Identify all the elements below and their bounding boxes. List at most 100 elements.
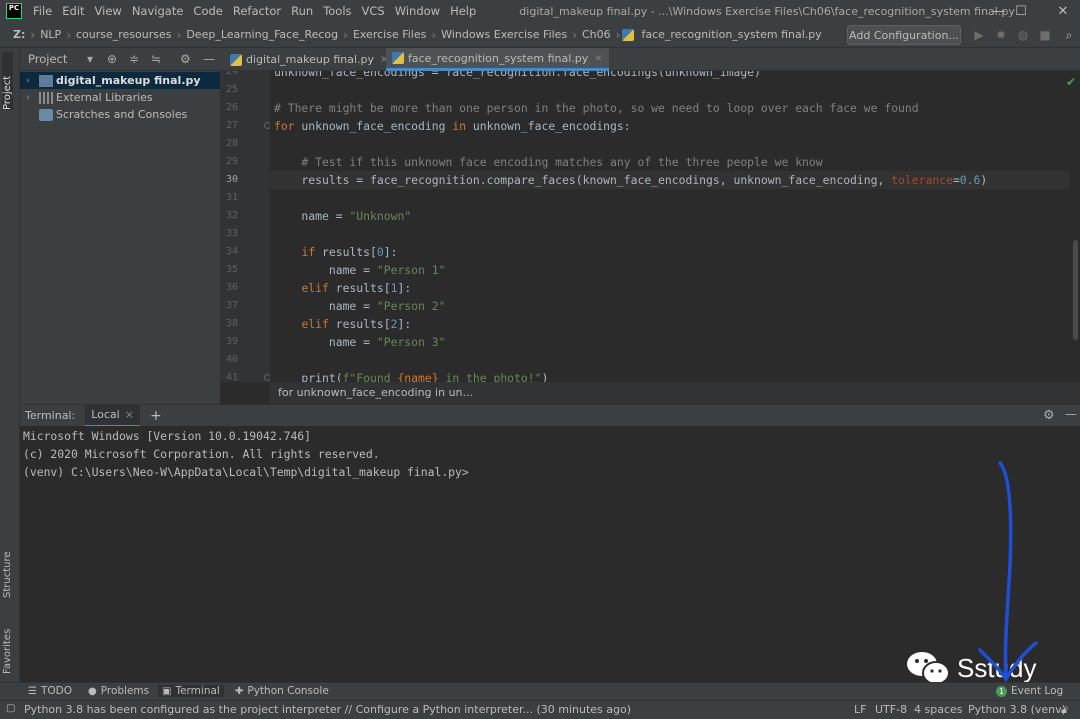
hide-panel-icon[interactable]: — <box>1065 407 1077 421</box>
add-configuration-button[interactable]: Add Configuration... <box>847 25 961 45</box>
inspection-ok-icon[interactable]: ✔ <box>1066 75 1076 89</box>
menu-code[interactable]: Code <box>188 4 227 18</box>
code-token: elif <box>301 317 329 331</box>
breadcrumb-windows-exercise-files[interactable]: Windows Exercise Files <box>438 28 570 41</box>
line-number: 33 <box>225 228 238 239</box>
breadcrumb-ch06[interactable]: Ch06 <box>579 28 614 41</box>
run-icon[interactable]: ▶ <box>971 27 987 43</box>
terminal-output[interactable]: Microsoft Windows [Version 10.0.19042.74… <box>20 426 1080 682</box>
terminal-title: Terminal: <box>25 409 76 422</box>
menu-edit[interactable]: Edit <box>57 4 89 18</box>
expand-arrow-icon[interactable]: › <box>26 93 36 103</box>
tab-face-recognition-system[interactable]: face_recognition_system final.py × <box>386 48 609 71</box>
python-file-icon <box>392 52 404 64</box>
code-token: f"Found <box>342 371 398 382</box>
menu-navigate[interactable]: Navigate <box>127 4 189 18</box>
code-line[interactable]: elif results[2]: <box>274 315 411 333</box>
tree-item-scratches[interactable]: Scratches and Consoles <box>20 106 220 123</box>
pycharm-logo-icon: PC <box>6 3 22 19</box>
stop-icon[interactable]: ■ <box>1037 27 1053 43</box>
code-line[interactable]: for unknown_face_encoding in unknown_fac… <box>274 117 631 135</box>
structure-tool-tab[interactable]: Structure <box>2 538 13 598</box>
code-token: unknown_face_encodings: <box>466 119 631 133</box>
line-separator-widget[interactable]: LF <box>854 703 866 716</box>
code-line[interactable]: name = "Person 3" <box>274 333 446 351</box>
encoding-widget[interactable]: UTF-8 <box>875 703 907 716</box>
code-line[interactable]: name = "Unknown" <box>274 207 411 225</box>
code-line[interactable]: print(f"Found {name} in the photo!") <box>274 369 548 382</box>
project-view-selector[interactable]: Project <box>28 52 67 66</box>
python-console-tool-button[interactable]: ✚ Python Console <box>235 685 329 697</box>
breadcrumb-current-file[interactable]: face_recognition_system final.py <box>638 28 824 41</box>
new-terminal-icon[interactable]: + <box>150 408 162 424</box>
menu-view[interactable]: View <box>90 4 127 18</box>
close-tab-icon[interactable]: × <box>125 408 134 421</box>
menu-window[interactable]: Window <box>390 4 445 18</box>
code-line[interactable]: unknown_face_encodings = face_recognitio… <box>274 71 761 81</box>
maximize-button[interactable]: ☐ <box>998 0 1044 22</box>
code-line[interactable]: name = "Person 2" <box>274 297 446 315</box>
menu-run[interactable]: Run <box>286 4 318 18</box>
menu-vcs[interactable]: VCS <box>357 4 390 18</box>
tab-digital-makeup[interactable]: digital_makeup final.py × <box>224 48 394 71</box>
code-editor[interactable]: unknown_face_encodings = face_recognitio… <box>270 71 1070 382</box>
code-breadcrumb[interactable]: for unknown_face_encoding in un... <box>278 386 473 399</box>
gear-icon[interactable]: ⚙ <box>1043 408 1055 423</box>
close-tab-icon[interactable]: × <box>594 53 602 64</box>
search-icon[interactable]: ⌕ <box>1061 27 1077 43</box>
favorites-tool-tab[interactable]: Favorites <box>2 612 13 674</box>
menu-file[interactable]: File <box>28 4 57 18</box>
line-number: 29 <box>225 156 238 167</box>
code-line[interactable]: if results[0]: <box>274 243 397 261</box>
expand-all-icon[interactable]: ≑ <box>129 52 139 66</box>
hand-drawn-arrow-annotation <box>978 461 1038 683</box>
hide-panel-icon[interactable]: — <box>203 52 215 66</box>
chevron-right-icon: › <box>176 27 182 42</box>
breadcrumb-deep-learning[interactable]: Deep_Learning_Face_Recog <box>183 28 341 41</box>
terminal-tool-button[interactable]: ▣ Terminal <box>158 685 224 697</box>
breadcrumb-nlp[interactable]: NLP <box>37 28 64 41</box>
coverage-icon[interactable]: ◍ <box>1015 27 1031 43</box>
code-line[interactable]: # Test if this unknown face encoding mat… <box>274 153 822 171</box>
code-line[interactable]: name = "Person 1" <box>274 261 446 279</box>
status-bar: ▢ Python 3.8 has been configured as the … <box>0 700 1080 719</box>
menu-refactor[interactable]: Refactor <box>228 4 286 18</box>
status-message[interactable]: Python 3.8 has been configured as the pr… <box>24 703 631 716</box>
interpreter-widget[interactable]: Python 3.8 (venv) <box>968 703 1066 716</box>
tool-label: Python Console <box>247 685 329 697</box>
code-token: in <box>452 119 467 133</box>
gear-icon[interactable]: ⚙ <box>180 52 191 66</box>
code-line[interactable]: results = face_recognition.compare_faces… <box>274 171 987 189</box>
list-icon: ☰ <box>28 685 37 697</box>
status-toggle-icon[interactable]: ▢ <box>6 703 15 714</box>
code-token: ]: <box>383 245 398 259</box>
terminal-tab-local[interactable]: Local × <box>85 404 140 427</box>
code-line[interactable]: elif results[1]: <box>274 279 411 297</box>
menu-tools[interactable]: Tools <box>318 4 356 18</box>
code-line[interactable]: # There might be more than one person in… <box>274 99 919 117</box>
tree-item-external-libraries[interactable]: › External Libraries <box>20 89 220 106</box>
tree-item-digital-makeup[interactable]: › digital_makeup final.py <box>20 72 220 89</box>
dropdown-arrow-icon[interactable]: ▾ <box>87 52 93 66</box>
problems-tool-button[interactable]: ● Problems <box>88 685 149 697</box>
menu-help[interactable]: Help <box>445 4 481 18</box>
close-window-button[interactable]: ✕ <box>1040 0 1080 22</box>
python-console-icon: ✚ <box>235 685 244 697</box>
line-number: 41 <box>225 372 238 382</box>
project-tool-tab[interactable]: Project <box>2 52 13 110</box>
locate-target-icon[interactable]: ⊕ <box>107 52 117 66</box>
editor-scrollbar[interactable] <box>1073 240 1078 340</box>
breadcrumb-exercise-files[interactable]: Exercise Files <box>350 28 429 41</box>
debug-icon[interactable]: ✹ <box>993 27 1009 43</box>
breadcrumb-drive[interactable]: Z: <box>10 28 28 41</box>
lock-icon[interactable]: 🔓︎ <box>1061 703 1068 717</box>
todo-tool-button[interactable]: ☰ TODO <box>28 685 72 697</box>
indent-widget[interactable]: 4 spaces <box>914 703 963 716</box>
breadcrumb-course-resourses[interactable]: course_resourses <box>73 28 175 41</box>
terminal-prompt[interactable]: (venv) C:\Users\Neo-W\AppData\Local\Temp… <box>23 463 469 481</box>
code-token: {name} <box>397 371 439 382</box>
collapse-all-icon[interactable]: ≒ <box>151 52 161 66</box>
event-log-tool-button[interactable]: 1 Event Log <box>996 685 1063 697</box>
expand-arrow-icon[interactable]: › <box>26 76 36 86</box>
